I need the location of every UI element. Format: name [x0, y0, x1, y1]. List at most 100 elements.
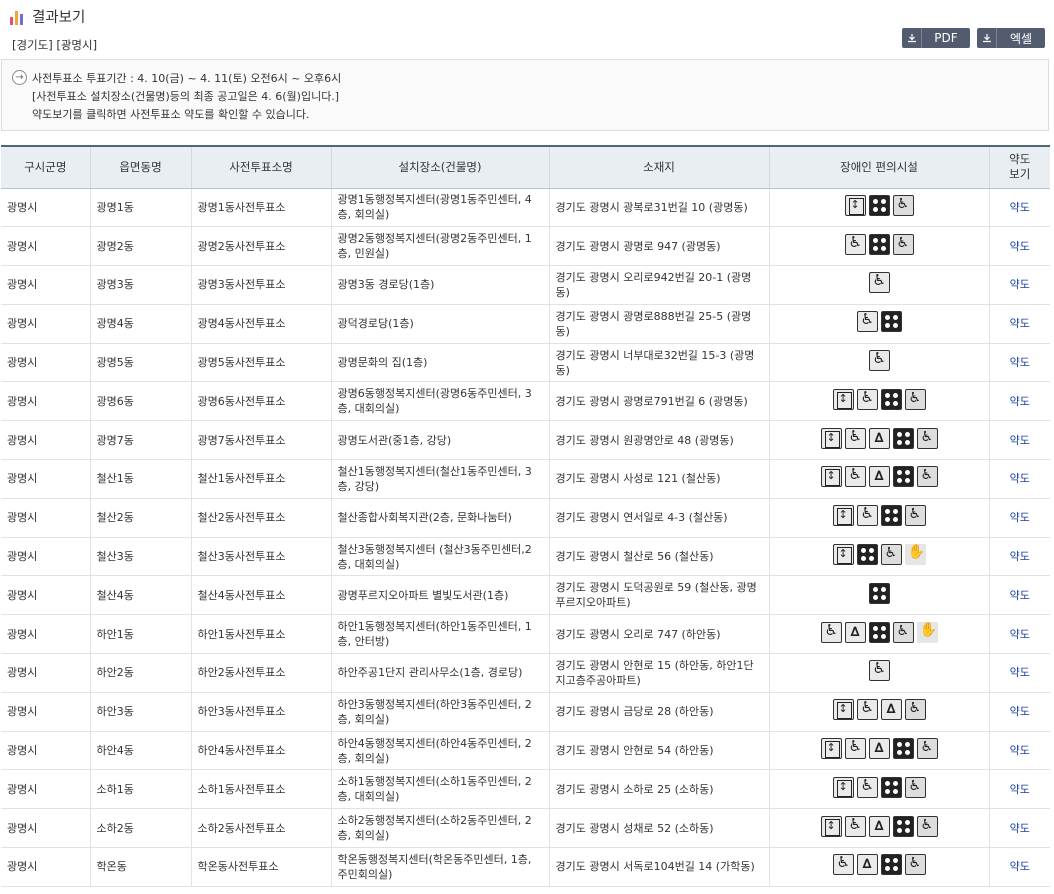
elevator-icon — [832, 776, 854, 798]
address-cell: 경기도 광명시 금당로 28 (하안동) — [549, 692, 770, 732]
station-name-cell: 하안2동사전투표소 — [191, 653, 332, 693]
address-cell: 경기도 광명시 연서일로 4-3 (철산동) — [549, 498, 770, 538]
station-name-cell: 광명4동사전투표소 — [191, 304, 332, 344]
table-row: 광명시 철산4동 철산4동사전투표소 광명푸르지오아파트 별빛도서관(1층) 경기도 광… — [1, 575, 1050, 616]
location-cell: 하안1동행정복지센터(하안1동주민센터, 1층, 안터방) — [331, 614, 550, 655]
facilities-cell — [769, 420, 990, 461]
pdf-export-button[interactable]: PDF — [902, 28, 970, 48]
facilities-cell — [769, 731, 990, 771]
station-name-cell: 소하2동사전투표소 — [191, 808, 332, 849]
district-cell: 광명시 — [1, 459, 91, 499]
facilities-cell — [769, 304, 990, 344]
parking-icon — [880, 776, 902, 798]
parking-icon — [880, 388, 902, 410]
location-cell: 광명1동행정복지센터(광명1동주민센터, 4층, 회의실) — [331, 188, 550, 228]
dong-cell: 광명5동 — [90, 343, 192, 383]
map-link[interactable]: 약도 — [989, 304, 1050, 344]
page-header: 결과보기 — [10, 6, 85, 27]
location-cell: 하안주공1단지 관리사무소(1층, 경로당) — [331, 653, 550, 693]
map-link[interactable]: 약도 — [989, 575, 1050, 616]
elevator-icon — [820, 427, 842, 449]
table-header-row: 구시군명 읍면동명 사전투표소명 설치장소(건물명) 소재지 장애인 편의시설 … — [1, 145, 1050, 189]
dong-cell: 철산3동 — [90, 537, 192, 577]
location-cell: 철산3동행정복지센터 (철산3동주민센터,2층, 대회의실) — [331, 537, 550, 577]
dong-cell: 광명3동 — [90, 265, 192, 305]
location-cell: 소하2동행정복지센터(소하2동주민센터, 2층, 회의실) — [331, 808, 550, 849]
elevator-icon — [832, 699, 854, 721]
map-link[interactable]: 약도 — [989, 343, 1050, 383]
excel-export-button[interactable]: 엑셀 — [977, 28, 1045, 48]
wheelchair-icon — [892, 621, 914, 643]
facilities-cell — [769, 808, 990, 849]
ramp-icon — [856, 699, 878, 721]
toilet-icon — [868, 738, 890, 760]
table-row: 광명시 광명4동 광명4동사전투표소 광덕경로당(1층) 경기도 광명시 광명로888번… — [1, 304, 1050, 344]
dong-cell: 소하2동 — [90, 808, 192, 849]
station-name-cell: 하안3동사전투표소 — [191, 692, 332, 732]
address-cell: 경기도 광명시 광명로791번길 6 (광명동) — [549, 381, 770, 422]
ramp-icon — [856, 311, 878, 333]
map-link[interactable]: 약도 — [989, 614, 1050, 655]
address-cell: 경기도 광명시 안현로 15 (하안동, 하안1단지고층주공아파트) — [549, 653, 770, 693]
wheelchair-icon — [880, 544, 902, 566]
map-link[interactable]: 약도 — [989, 498, 1050, 538]
bar-chart-icon — [10, 9, 26, 25]
facilities-cell — [769, 188, 990, 228]
map-link[interactable]: 약도 — [989, 188, 1050, 228]
map-link[interactable]: 약도 — [989, 459, 1050, 499]
table-row: 광명시 철산1동 철산1동사전투표소 철산1동행정복지센터(철산1동주민센터, 3층,… — [1, 459, 1050, 499]
address-cell: 경기도 광명시 안현로 54 (하안동) — [549, 731, 770, 771]
elevator-icon — [844, 194, 866, 216]
table-row: 광명시 하안1동 하안1동사전투표소 하안1동행정복지센터(하안1동주민센터, 1층,… — [1, 614, 1050, 655]
ramp-icon — [856, 776, 878, 798]
polling-station-table: 구시군명 읍면동명 사전투표소명 설치장소(건물명) 소재지 장애인 편의시설 … — [1, 145, 1050, 887]
district-cell: 광명시 — [1, 614, 91, 655]
parking-icon — [892, 466, 914, 488]
table-row: 광명시 하안3동 하안3동사전투표소 하안3동행정복지센터(하안3동주민센터, 2층,… — [1, 692, 1050, 732]
address-cell: 경기도 광명시 오리로 747 (하안동) — [549, 614, 770, 655]
map-link[interactable]: 약도 — [989, 537, 1050, 577]
column-header: 소재지 — [549, 145, 770, 189]
location-cell: 하안4동행정복지센터(하안4동주민센터, 2층, 회의실) — [331, 731, 550, 771]
district-cell: 광명시 — [1, 847, 91, 887]
map-link[interactable]: 약도 — [989, 731, 1050, 771]
location-cell: 하안3동행정복지센터(하안3동주민센터, 2층, 회의실) — [331, 692, 550, 732]
district-cell: 광명시 — [1, 731, 91, 771]
address-cell: 경기도 광명시 광명로 947 (광명동) — [549, 226, 770, 267]
facilities-cell — [769, 498, 990, 538]
table-row: 광명시 철산3동 철산3동사전투표소 철산3동행정복지센터 (철산3동주민센터,2층,… — [1, 537, 1050, 577]
parking-icon — [868, 582, 890, 604]
map-link[interactable]: 약도 — [989, 381, 1050, 422]
ramp-icon — [868, 350, 890, 372]
station-name-cell: 광명5동사전투표소 — [191, 343, 332, 383]
parking-icon — [856, 544, 878, 566]
dong-cell: 광명6동 — [90, 381, 192, 422]
map-link[interactable]: 약도 — [989, 769, 1050, 810]
map-link[interactable]: 약도 — [989, 653, 1050, 693]
address-cell: 경기도 광명시 서독로104번길 14 (가학동) — [549, 847, 770, 887]
table-row: 광명시 광명3동 광명3동사전투표소 광명3동 경로당(1층) 경기도 광명시 오리로9… — [1, 265, 1050, 305]
wheelchair-icon — [916, 427, 938, 449]
address-cell: 경기도 광명시 사성로 121 (철산동) — [549, 459, 770, 499]
toilet-icon — [868, 466, 890, 488]
wheelchair-icon — [916, 815, 938, 837]
ramp-icon — [844, 815, 866, 837]
map-link[interactable]: 약도 — [989, 692, 1050, 732]
map-link[interactable]: 약도 — [989, 420, 1050, 461]
map-link[interactable]: 약도 — [989, 265, 1050, 305]
station-name-cell: 광명7동사전투표소 — [191, 420, 332, 461]
sign-language-icon — [904, 544, 926, 566]
elevator-icon — [820, 738, 842, 760]
station-name-cell: 광명2동사전투표소 — [191, 226, 332, 267]
dong-cell: 철산1동 — [90, 459, 192, 499]
station-name-cell: 광명6동사전투표소 — [191, 381, 332, 422]
map-link[interactable]: 약도 — [989, 847, 1050, 887]
dong-cell: 하안1동 — [90, 614, 192, 655]
toilet-icon — [868, 815, 890, 837]
map-link[interactable]: 약도 — [989, 808, 1050, 849]
map-link[interactable]: 약도 — [989, 226, 1050, 267]
district-cell: 광명시 — [1, 188, 91, 228]
parking-icon — [892, 815, 914, 837]
district-cell: 광명시 — [1, 381, 91, 422]
location-cell: 소하1동행정복지센터(소하1동주민센터, 2층, 대회의실) — [331, 769, 550, 810]
